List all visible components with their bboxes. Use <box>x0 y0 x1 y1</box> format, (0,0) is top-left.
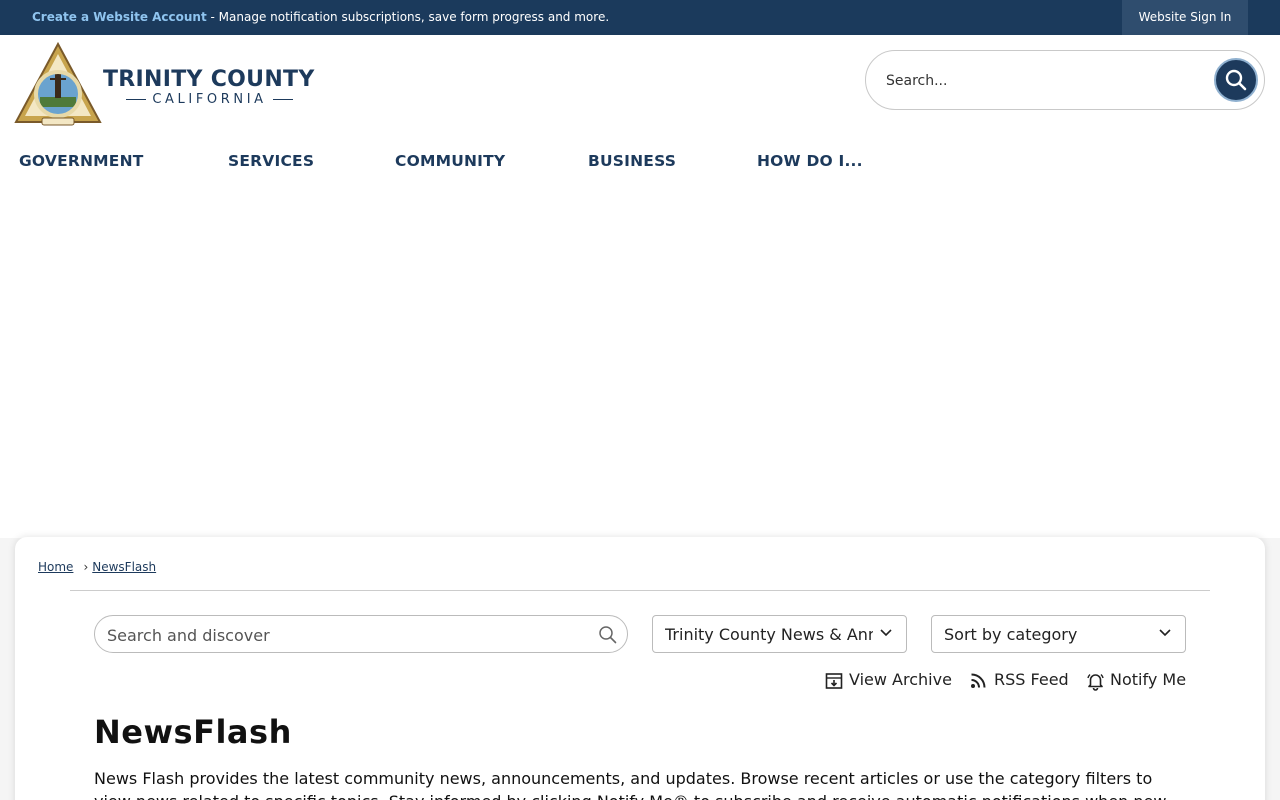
logo-subtitle: CALIFORNIA <box>104 92 315 107</box>
chevron-down-icon <box>1159 629 1171 637</box>
site-header: TRINITY COUNTY CALIFORNIA GOVERNMENT SER… <box>0 35 1280 193</box>
rss-icon <box>971 673 986 688</box>
archive-icon <box>825 673 843 689</box>
hero-banner <box>0 193 1280 538</box>
account-promo: Create a Website Account - Manage notifi… <box>32 10 609 24</box>
category-select[interactable]: Trinity County News & Announcements <box>652 615 907 653</box>
logo-title: TRINITY COUNTY <box>103 67 315 92</box>
website-sign-in-button[interactable]: Website Sign In <box>1122 0 1248 35</box>
page-description: News Flash provides the latest community… <box>94 769 1166 800</box>
nav-community[interactable]: COMMUNITY <box>395 152 505 170</box>
breadcrumb: Home › NewsFlash <box>38 560 156 574</box>
nav-services[interactable]: SERVICES <box>228 152 314 170</box>
rss-feed-label: RSS Feed <box>994 670 1069 689</box>
main-navigation: GOVERNMENT SERVICES COMMUNITY BUSINESS H… <box>0 148 1280 174</box>
breadcrumb-home[interactable]: Home <box>38 560 73 574</box>
county-seal-logo-icon[interactable] <box>14 42 102 126</box>
sort-select[interactable]: Sort by category <box>931 615 1186 653</box>
view-archive-label: View Archive <box>849 670 952 689</box>
site-search-button[interactable] <box>1214 58 1258 102</box>
breadcrumb-newsflash[interactable]: NewsFlash <box>92 560 156 574</box>
breadcrumb-divider <box>70 590 1210 591</box>
bell-icon <box>1087 673 1104 691</box>
news-search-input[interactable] <box>107 624 587 646</box>
site-search <box>865 50 1265 110</box>
search-icon[interactable] <box>598 625 617 644</box>
sort-select-value: Sort by category <box>944 625 1078 644</box>
nav-government[interactable]: GOVERNMENT <box>19 152 144 170</box>
top-notification-bar: Create a Website Account - Manage notifi… <box>0 0 1280 35</box>
create-account-link[interactable]: Create a Website Account <box>32 10 207 24</box>
notify-me-label: Notify Me <box>1110 670 1187 689</box>
content-card: Home›NewsFlash Trinity County News & Ann… <box>15 537 1265 800</box>
nav-how-do-i[interactable]: HOW DO I... <box>757 152 863 170</box>
chevron-down-icon <box>880 629 892 637</box>
breadcrumb-separator: › <box>83 560 89 574</box>
news-search <box>94 615 628 653</box>
account-promo-text: - Manage notification subscriptions, sav… <box>206 10 610 24</box>
site-search-input[interactable] <box>886 69 1206 93</box>
category-select-value: Trinity County News & Announcements <box>665 625 873 644</box>
nav-business[interactable]: BUSINESS <box>588 152 676 170</box>
search-icon <box>1225 69 1247 91</box>
page-title: NewsFlash <box>94 713 292 751</box>
